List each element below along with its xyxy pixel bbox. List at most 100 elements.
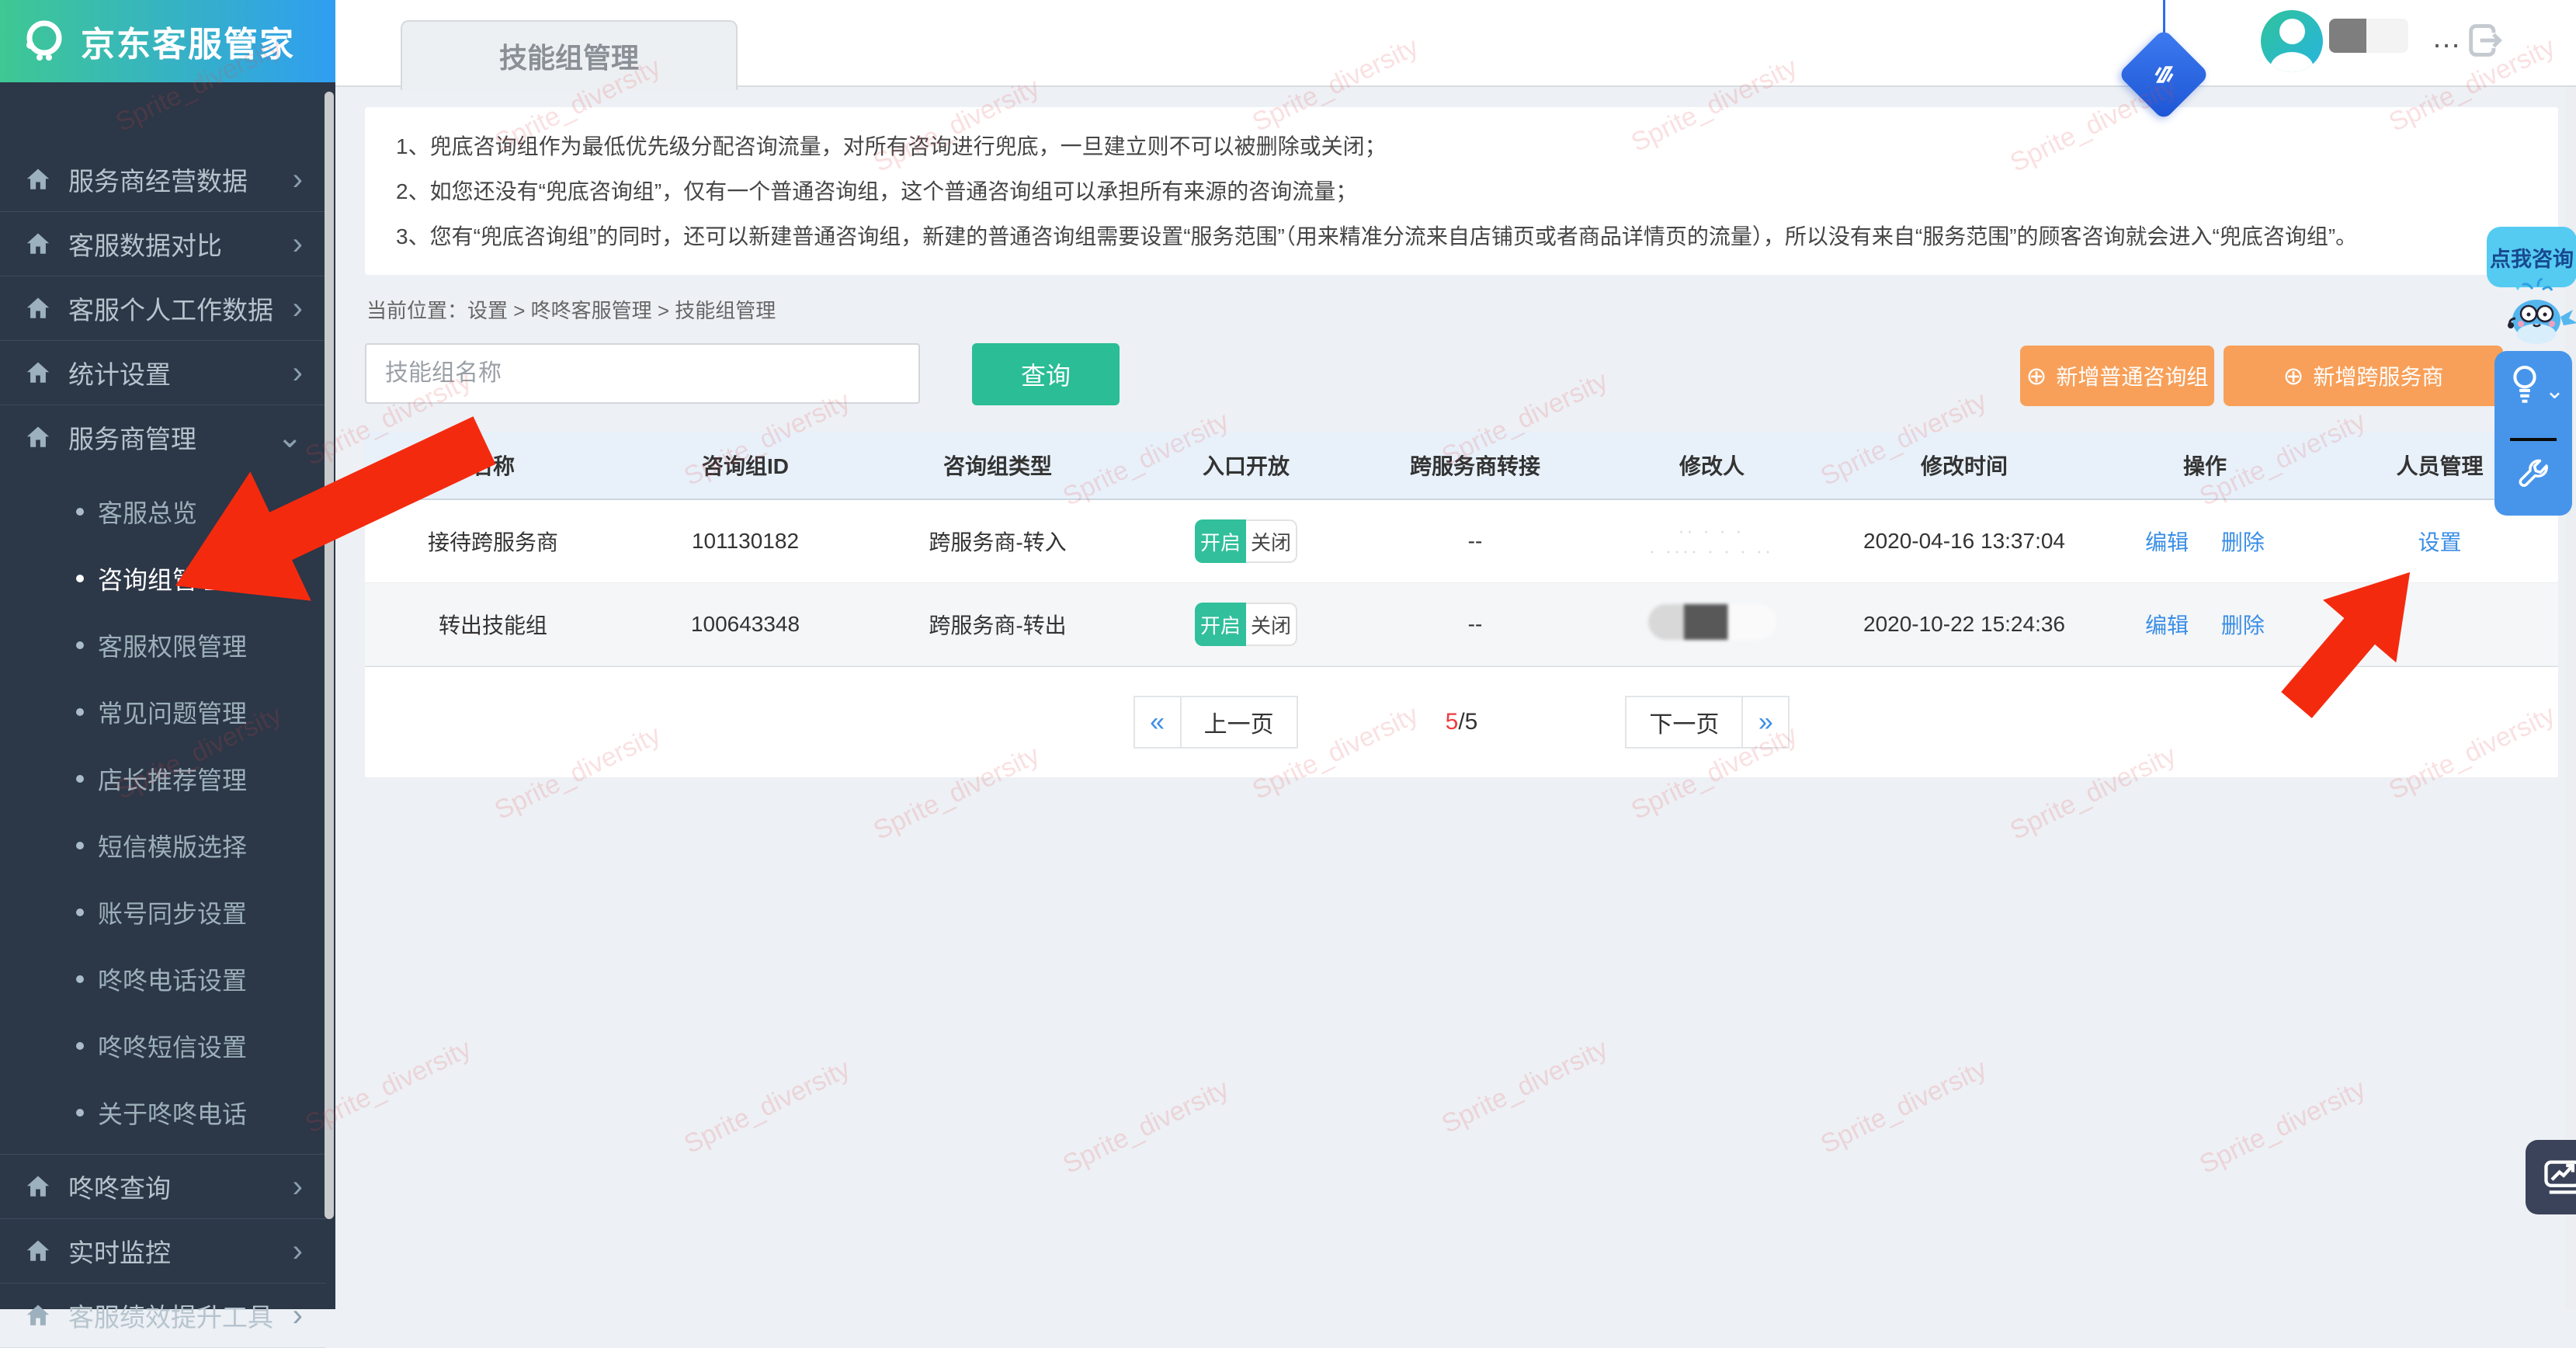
home-icon [25,231,51,257]
sidebar-item-label: 实时监控 [68,1232,171,1270]
cell-modified-time: 2020-10-22 15:24:36 [1840,583,2088,666]
add-cross-label: 新增跨服务商 [2313,360,2443,391]
user-avatar[interactable] [2261,10,2323,72]
logout-icon[interactable] [2464,20,2505,64]
bullet-icon [76,508,84,516]
sidebar-subitem-cs-permission[interactable]: 客服权限管理 [0,612,326,679]
add-normal-group-button[interactable]: ⊕ 新增普通咨询组 [2020,346,2214,406]
whale-mascot [2500,278,2576,356]
sidebar-subitem-consult-group-management[interactable]: 咨询组管理 [0,545,326,612]
col-group-id: 咨询组ID [621,432,870,499]
sidebar-item-label: 服务商经营数据 [68,161,248,198]
entry-open-toggle: 开启 关闭 [1195,603,1297,646]
sidebar-subitem-label: 账号同步设置 [98,895,247,930]
next-page-button[interactable]: 下一页 [1626,697,1743,747]
plus-circle-icon: ⊕ [2026,363,2047,388]
home-icon [25,1238,51,1264]
notice-panel: 1、兜底咨询组作为最低优先级分配咨询流量，对所有咨询进行兜底，一旦建立则不可以被… [365,107,2558,275]
cell-group-type: 跨服务商-转出 [870,583,1126,666]
home-icon [25,295,51,321]
tab-label: 技能组管理 [499,36,639,76]
sidebar-item-provider-data[interactable]: 服务商经营数据 › [0,148,326,212]
prev-page-button[interactable]: 上一页 [1180,697,1297,747]
cell-entry-open: 开启 关闭 [1126,499,1366,583]
bullet-icon [76,1042,84,1050]
cell-modified-time: 2020-04-16 13:37:04 [1840,499,2088,583]
toggle-on-button[interactable]: 开启 [1195,519,1246,563]
col-cross-transfer: 跨服务商转接 [1366,432,1584,499]
analytics-fab-button[interactable] [2526,1140,2576,1214]
sidebar-subitem-dongdong-phone-settings[interactable]: 咚咚电话设置 [0,946,326,1013]
sidebar-item-cs-compare[interactable]: 客服数据对比 › [0,212,326,276]
toggle-on-button[interactable]: 开启 [1195,603,1246,646]
sidebar-subitem-label: 店长推荐管理 [98,761,247,797]
sidebar-subitem-sms-template[interactable]: 短信模版选择 [0,812,326,879]
first-page-button[interactable]: « [1135,697,1180,747]
notice-line-1: 1、兜底咨询组作为最低优先级分配咨询流量，对所有咨询进行兜底，一旦建立则不可以被… [396,124,2527,169]
modifier-redacted: ·· · · · · ···· · · · ·· [1585,521,1839,561]
sidebar-item-cs-personal-data[interactable]: 客服个人工作数据 › [0,276,326,341]
cell-modifier: ·· · · · · ···· · · · ·· [1584,499,1840,583]
sidebar-item-label: 服务商管理 [68,419,196,456]
sidebar-item-realtime-monitor[interactable]: 实时监控 › [0,1219,326,1284]
cell-name: 转出技能组 [365,583,621,666]
bullet-icon [76,842,84,849]
col-modified-time: 修改时间 [1840,432,2088,499]
sidebar-subitem-label: 客服权限管理 [98,627,247,663]
cell-group-type: 跨服务商-转入 [870,499,1126,583]
sidebar-subitem-faq-management[interactable]: 常见问题管理 [0,679,326,745]
main-content: 1、兜底咨询组作为最低优先级分配咨询流量，对所有咨询进行兜底，一旦建立则不可以被… [335,85,2576,1309]
col-name: 名称 [365,432,621,499]
wrench-icon[interactable] [2515,457,2552,498]
username-redacted [2329,19,2408,53]
chart-trend-icon [2541,1155,2576,1199]
cell-operations: 编辑 删除 [2088,583,2321,666]
add-cross-provider-button[interactable]: ⊕ 新增跨服务商 [2224,346,2503,406]
sidebar-menu: 服务商经营数据 › 客服数据对比 › 客服个人工作数据 › 统计设置 › 服务商… [0,82,326,1348]
tab-skill-group-management[interactable]: 技能组管理 [401,20,738,90]
delete-link[interactable]: 删除 [2221,613,2265,638]
top-header: 技能组管理 … [335,0,2576,87]
add-normal-label: 新增普通咨询组 [2056,360,2208,391]
sidebar-subitem-label: 常见问题管理 [98,694,247,730]
edit-link[interactable]: 编辑 [2145,613,2189,638]
pendant-logo-glyph [2147,57,2181,92]
sidebar-subitem-dongdong-sms-settings[interactable]: 咚咚短信设置 [0,1013,326,1079]
skill-group-name-input[interactable] [365,343,920,404]
toggle-off-button[interactable]: 关闭 [1246,519,1297,563]
sidebar-subitem-about-dongdong-phone[interactable]: 关于咚咚电话 [0,1079,326,1146]
sidebar-scrollbar[interactable] [325,92,334,1219]
ellipsis-label: … [2432,22,2463,55]
query-button[interactable]: 查询 [972,343,1120,405]
edit-link[interactable]: 编辑 [2145,530,2189,554]
cell-modifier [1584,583,1840,666]
breadcrumb: 当前位置：设置 > 咚咚客服管理 > 技能组管理 [366,295,776,324]
toggle-off-button[interactable]: 关闭 [1246,603,1297,646]
page-indicator: 5/5 [1446,709,1478,735]
sidebar-item-label: 客服数据对比 [68,225,222,262]
bullet-icon [76,575,84,582]
sidebar-subitem-account-sync[interactable]: 账号同步设置 [0,879,326,946]
sidebar-subitem-cs-overview[interactable]: 客服总览 [0,478,326,545]
consult-me-label: 点我咨询 [2490,242,2574,273]
sidebar-item-provider-management[interactable]: 服务商管理 ⌄ [0,405,326,469]
lightbulb-icon[interactable] [2507,363,2543,411]
chevron-down-icon[interactable]: ⌄ [2545,377,2564,405]
last-page-button[interactable]: » [1743,697,1788,747]
sidebar-item-stats-settings[interactable]: 统计设置 › [0,341,326,405]
sidebar-subitem-label: 客服总览 [98,494,197,530]
delete-link[interactable]: 删除 [2221,530,2265,554]
sidebar-subitem-label: 咚咚电话设置 [98,961,247,997]
bullet-icon [76,1109,84,1117]
sidebar: 京东客服管家 服务商经营数据 › 客服数据对比 › 客服个人工作数据 › 统计设… [0,0,335,1309]
sidebar-subitem-recommend-management[interactable]: 店长推荐管理 [0,745,326,812]
cell-group-id: 100643348 [621,583,870,666]
bullet-icon [76,775,84,783]
home-icon [25,1302,51,1329]
col-group-type: 咨询组类型 [870,432,1126,499]
sidebar-item-dongdong-query[interactable]: 咚咚查询 › [0,1155,326,1219]
staff-setting-link[interactable]: 设置 [2418,530,2461,554]
sidebar-item-performance-tools[interactable]: 客服绩效提升工具 › [0,1284,326,1348]
sidebar-subitem-label: 咚咚短信设置 [98,1028,247,1064]
notice-line-3: 3、您有“兜底咨询组”的同时，还可以新建普通咨询组，新建的普通咨询组需要设置“服… [396,214,2527,259]
